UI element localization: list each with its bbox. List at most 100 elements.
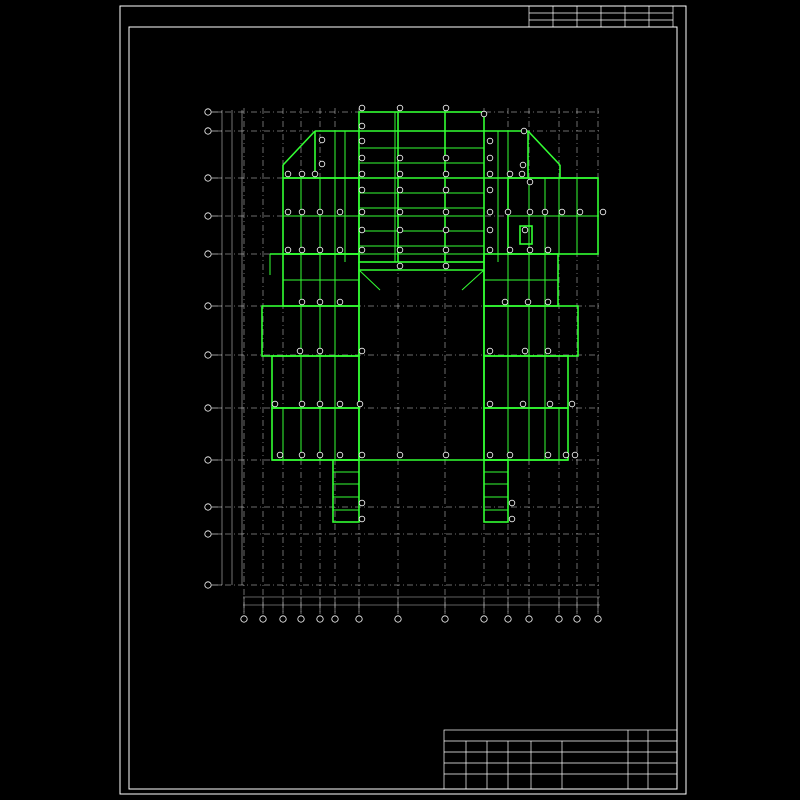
column-axis-bubble — [394, 597, 402, 623]
beam-tag — [358, 154, 366, 162]
row-axis-bubble — [204, 127, 222, 135]
column-axis-bubble — [279, 597, 287, 623]
beam-tag — [396, 246, 404, 254]
row-axis-bubble — [204, 456, 222, 464]
beam-tag — [358, 226, 366, 234]
beam-tag — [486, 208, 494, 216]
beam-tag — [284, 170, 292, 178]
beam-tag — [316, 347, 324, 355]
beam-tag — [546, 400, 554, 408]
beam-tag — [298, 170, 306, 178]
beam-bay — [483, 355, 569, 409]
revision-block — [528, 5, 674, 28]
beam-tag — [284, 246, 292, 254]
beam-tag — [284, 208, 292, 216]
beam-tag — [336, 246, 344, 254]
beam-tag — [311, 170, 319, 178]
title-block — [443, 729, 678, 790]
row-axis-bubble — [204, 108, 222, 116]
beam-tag — [571, 451, 579, 459]
column-axis-bubble — [240, 597, 248, 623]
beam-tag — [358, 104, 366, 112]
beam-tag — [358, 515, 366, 523]
beam-tag — [520, 127, 528, 135]
row-axis-bubble — [204, 302, 222, 310]
beam-bay — [483, 407, 569, 461]
beam — [358, 269, 381, 291]
beam-tag — [358, 246, 366, 254]
beam-tag — [296, 347, 304, 355]
beam-tag — [486, 137, 494, 145]
beam-tag — [271, 400, 279, 408]
grid-lines — [212, 108, 600, 612]
structural-plan-drawing — [119, 5, 687, 795]
beam-tag — [442, 104, 450, 112]
beam-tag — [316, 451, 324, 459]
beam-tag — [521, 226, 529, 234]
row-axis-bubble — [204, 503, 222, 511]
beam-tag — [396, 154, 404, 162]
beam-tag — [544, 298, 552, 306]
row-axis-bubble — [204, 404, 222, 412]
beam-tag — [562, 451, 570, 459]
row-axis-bubble — [204, 581, 222, 589]
beam — [461, 269, 485, 291]
beam-tag — [501, 298, 509, 306]
beam-tag — [518, 170, 526, 178]
beam-tag — [318, 160, 326, 168]
column-axis-bubble — [573, 597, 581, 623]
beam-tag — [336, 298, 344, 306]
beam-tag — [508, 515, 516, 523]
beam-tag — [358, 208, 366, 216]
beam-tag — [576, 208, 584, 216]
beam-tag — [526, 246, 534, 254]
beam-tag — [506, 451, 514, 459]
beam-tag — [599, 208, 607, 216]
beam-bay — [332, 459, 360, 523]
beam-tag — [486, 186, 494, 194]
beam-tag — [396, 451, 404, 459]
row-axis-bubble — [204, 212, 222, 220]
beam-tag — [298, 246, 306, 254]
beam-tag — [298, 208, 306, 216]
beam-tag — [358, 186, 366, 194]
beam — [527, 130, 561, 166]
row-axis-bubbles — [204, 108, 222, 589]
beam-tag — [298, 298, 306, 306]
beam-tag — [526, 208, 534, 216]
beam-tag — [356, 400, 364, 408]
beam-bay — [483, 305, 579, 357]
beam-tag — [508, 499, 516, 507]
beam-tag — [442, 170, 450, 178]
beam-tag — [480, 110, 488, 118]
beam-tag — [568, 400, 576, 408]
beam-tag — [442, 154, 450, 162]
beam-tag — [316, 298, 324, 306]
sheet-outer-border — [119, 5, 687, 795]
beam-bay — [358, 111, 485, 263]
beam-tag — [558, 208, 566, 216]
column-axis-bubble — [555, 597, 563, 623]
beam-tag — [519, 161, 527, 169]
beam-tag — [276, 451, 284, 459]
beam-tag — [442, 451, 450, 459]
column-axis-bubble — [331, 597, 339, 623]
beam-tag — [336, 451, 344, 459]
beam-tag — [396, 186, 404, 194]
beam-tag — [486, 347, 494, 355]
column-axis-bubble — [297, 597, 305, 623]
beam-tag — [442, 186, 450, 194]
beam-tag — [544, 451, 552, 459]
beam-tag — [318, 136, 326, 144]
beam-tag — [298, 451, 306, 459]
beam-tag — [298, 400, 306, 408]
beam-bay — [261, 305, 360, 357]
beam-tag — [442, 208, 450, 216]
beam-tag — [396, 170, 404, 178]
beam-tag — [541, 208, 549, 216]
column-axis-bubble — [504, 597, 512, 623]
column-axis-bubble — [594, 597, 602, 623]
beam-tag — [486, 170, 494, 178]
column-axis-bubble — [355, 597, 363, 623]
beam-tag — [442, 226, 450, 234]
